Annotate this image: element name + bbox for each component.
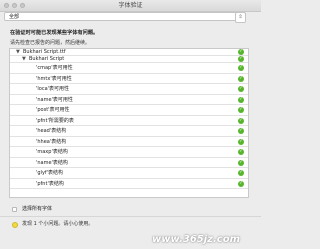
check-label: 'glyf'表结构 — [36, 170, 64, 176]
check-label: 'cmap'表可用性 — [36, 65, 73, 71]
check-label: 'hhea'表结构 — [36, 138, 67, 145]
check-label: 'pfnt'表结构 — [36, 180, 64, 187]
checkmark-icon: ✓ — [238, 65, 244, 71]
checkmark-icon: ✓ — [238, 128, 244, 134]
status-message: 发现 1 个小问题。请小心使用。 — [22, 221, 94, 227]
tree-row-check[interactable]: 'name'表结构 ✓ — [10, 158, 248, 168]
page-heading: 在验证时可能已发现某些字体有问题。 — [10, 30, 99, 36]
tree-row-check[interactable]: 'pfnt'所需要的表 ✓ — [10, 116, 248, 126]
select-all-fonts-checkbox[interactable] — [12, 207, 17, 212]
checkmark-icon: ✓ — [238, 159, 244, 166]
disclosure-chevron-down-icon[interactable]: ▼ — [16, 49, 20, 55]
select-all-fonts-label: 选择所有字体 — [22, 206, 53, 212]
checkmark-icon: ✓ — [238, 56, 244, 62]
tree-row-font[interactable]: ▼ Bukhari Script ✓ — [10, 56, 248, 63]
check-label: 'loca'表可用性 — [36, 86, 70, 92]
tree-row-check[interactable]: 'post'表可用性 ✓ — [10, 105, 248, 116]
check-label: 'maxp'表结构 — [36, 149, 68, 155]
divider — [0, 216, 261, 217]
tree-row-check[interactable]: 'hhea'表结构 ✓ — [10, 137, 248, 147]
checkmark-icon: ✓ — [238, 49, 244, 55]
tree-row-file[interactable]: ▼ Bukhari Script.ttf ✓ — [10, 49, 248, 56]
tree-row-check[interactable]: 'name'表可用性 ✓ — [10, 95, 248, 105]
tree-row-check[interactable]: 'head'表结构 ✓ — [10, 126, 248, 137]
checkmark-icon: ✓ — [238, 96, 244, 103]
check-label: 'pfnt'所需要的表 — [36, 117, 74, 124]
checkmark-icon: ✓ — [238, 86, 244, 92]
checkmark-icon: ✓ — [238, 180, 244, 187]
check-label: 'name'表结构 — [36, 159, 68, 166]
chevron-updown-icon[interactable]: ⇳ — [235, 12, 246, 23]
tree-row-check[interactable]: 'glyf'表结构 ✓ — [10, 168, 248, 179]
title-bar: 字体验证 — [0, 0, 261, 12]
check-label: 'head'表结构 — [36, 128, 67, 134]
window-title: 字体验证 — [118, 2, 143, 9]
checkmark-icon: ✓ — [238, 107, 244, 113]
tree-row-check[interactable]: 'maxp'表结构 ✓ — [10, 147, 248, 158]
checkmark-icon: ✓ — [238, 149, 244, 155]
disclosure-chevron-down-icon[interactable]: ▼ — [22, 56, 26, 62]
tree-row-check[interactable]: 'cmap'表可用性 ✓ — [10, 63, 248, 74]
checkmark-icon: ✓ — [238, 138, 244, 145]
page-subheading: 请先检查已报告的问题，然后继续。 — [10, 40, 91, 46]
tree-row-check[interactable]: 'hmtx'表可用性 ✓ — [10, 74, 248, 84]
filter-select[interactable]: 全部 ⇳ — [4, 12, 246, 23]
check-label: 'hmtx'表可用性 — [36, 75, 72, 82]
checkmark-icon: ✓ — [238, 117, 244, 124]
validation-results-list[interactable]: ▼ Bukhari Script.ttf ✓ ▼ Bukhari Script … — [9, 48, 249, 198]
check-label: 'post'表可用性 — [36, 107, 70, 113]
checkmark-icon: ✓ — [238, 170, 244, 176]
tree-row-check[interactable]: 'pfnt'表结构 ✓ — [10, 179, 248, 189]
font-label: Bukhari Script — [29, 56, 65, 62]
filter-select-value: 全部 — [9, 14, 20, 20]
warning-icon — [12, 222, 18, 228]
tree-row-check[interactable]: 'loca'表可用性 ✓ — [10, 84, 248, 95]
checkmark-icon: ✓ — [238, 75, 244, 82]
watermark: www.365jz.com — [152, 234, 241, 245]
file-label: Bukhari Script.ttf — [23, 49, 66, 55]
check-label: 'name'表可用性 — [36, 96, 73, 103]
